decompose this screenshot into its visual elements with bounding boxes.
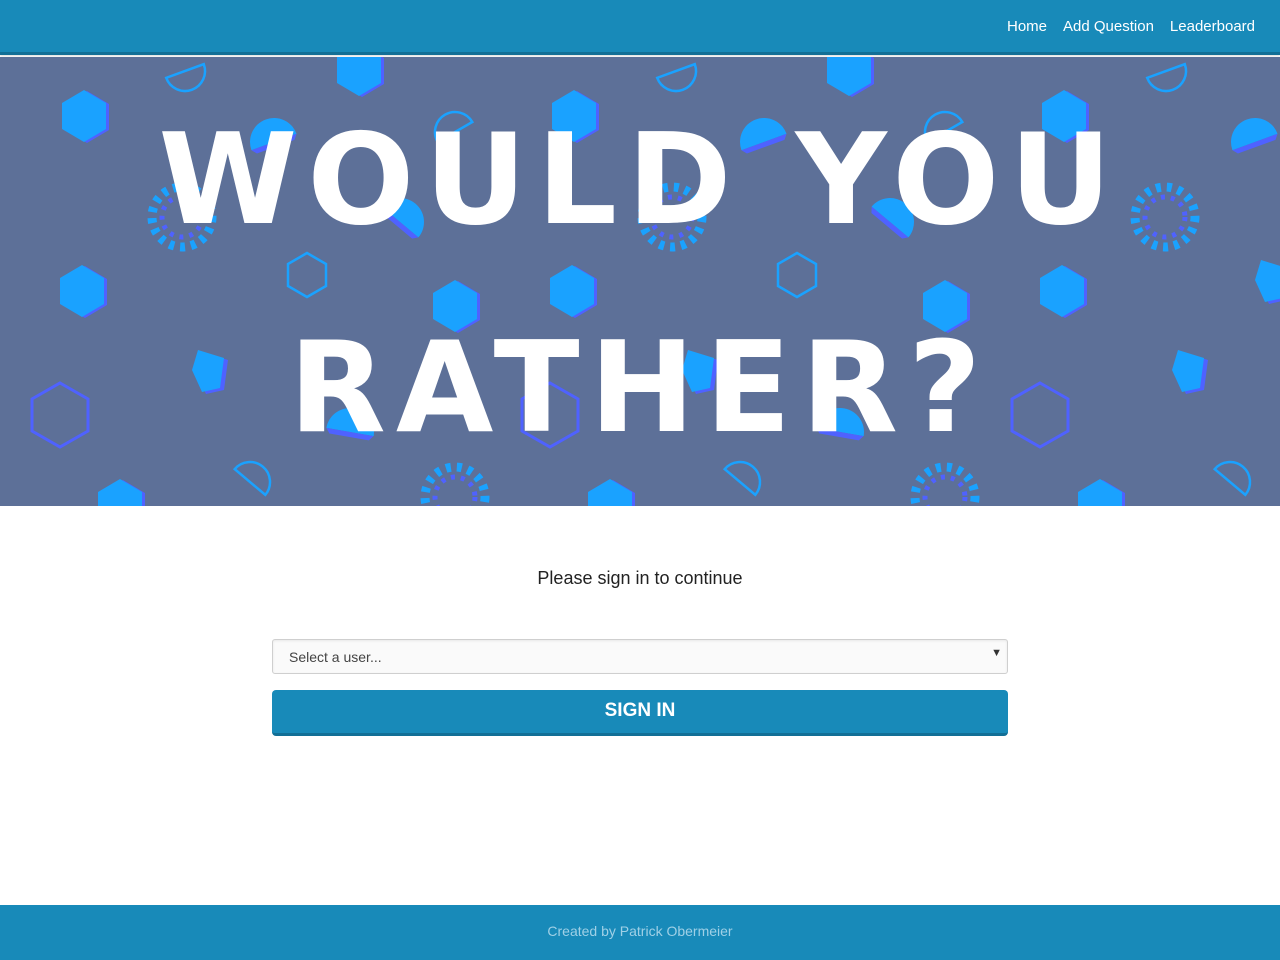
user-select-dropdown[interactable]: Select a user... ▼ bbox=[272, 639, 1008, 674]
nav-leaderboard-link[interactable]: Leaderboard bbox=[1170, 18, 1255, 35]
user-select-value: Select a user... bbox=[289, 649, 382, 665]
nav-add-question-link[interactable]: Add Question bbox=[1063, 18, 1154, 35]
triangle-down-icon: ▼ bbox=[991, 647, 1002, 659]
footer-credit: Created by Patrick Obermeier bbox=[547, 923, 733, 939]
sign-in-button[interactable]: SIGN IN bbox=[272, 690, 1008, 736]
nav-home-link[interactable]: Home bbox=[1007, 18, 1047, 35]
footer: Created by Patrick Obermeier bbox=[0, 905, 1280, 960]
hero-title-line-1: WOULD YOU bbox=[158, 106, 1122, 253]
hero-banner: WOULD YOU RATHER? bbox=[0, 57, 1280, 506]
nav-links: Home Add Question Leaderboard bbox=[991, 0, 1255, 52]
signin-prompt: Please sign in to continue bbox=[537, 568, 743, 588]
hero-title-line-2: RATHER? bbox=[288, 314, 992, 461]
top-navbar: Home Add Question Leaderboard bbox=[0, 0, 1280, 55]
